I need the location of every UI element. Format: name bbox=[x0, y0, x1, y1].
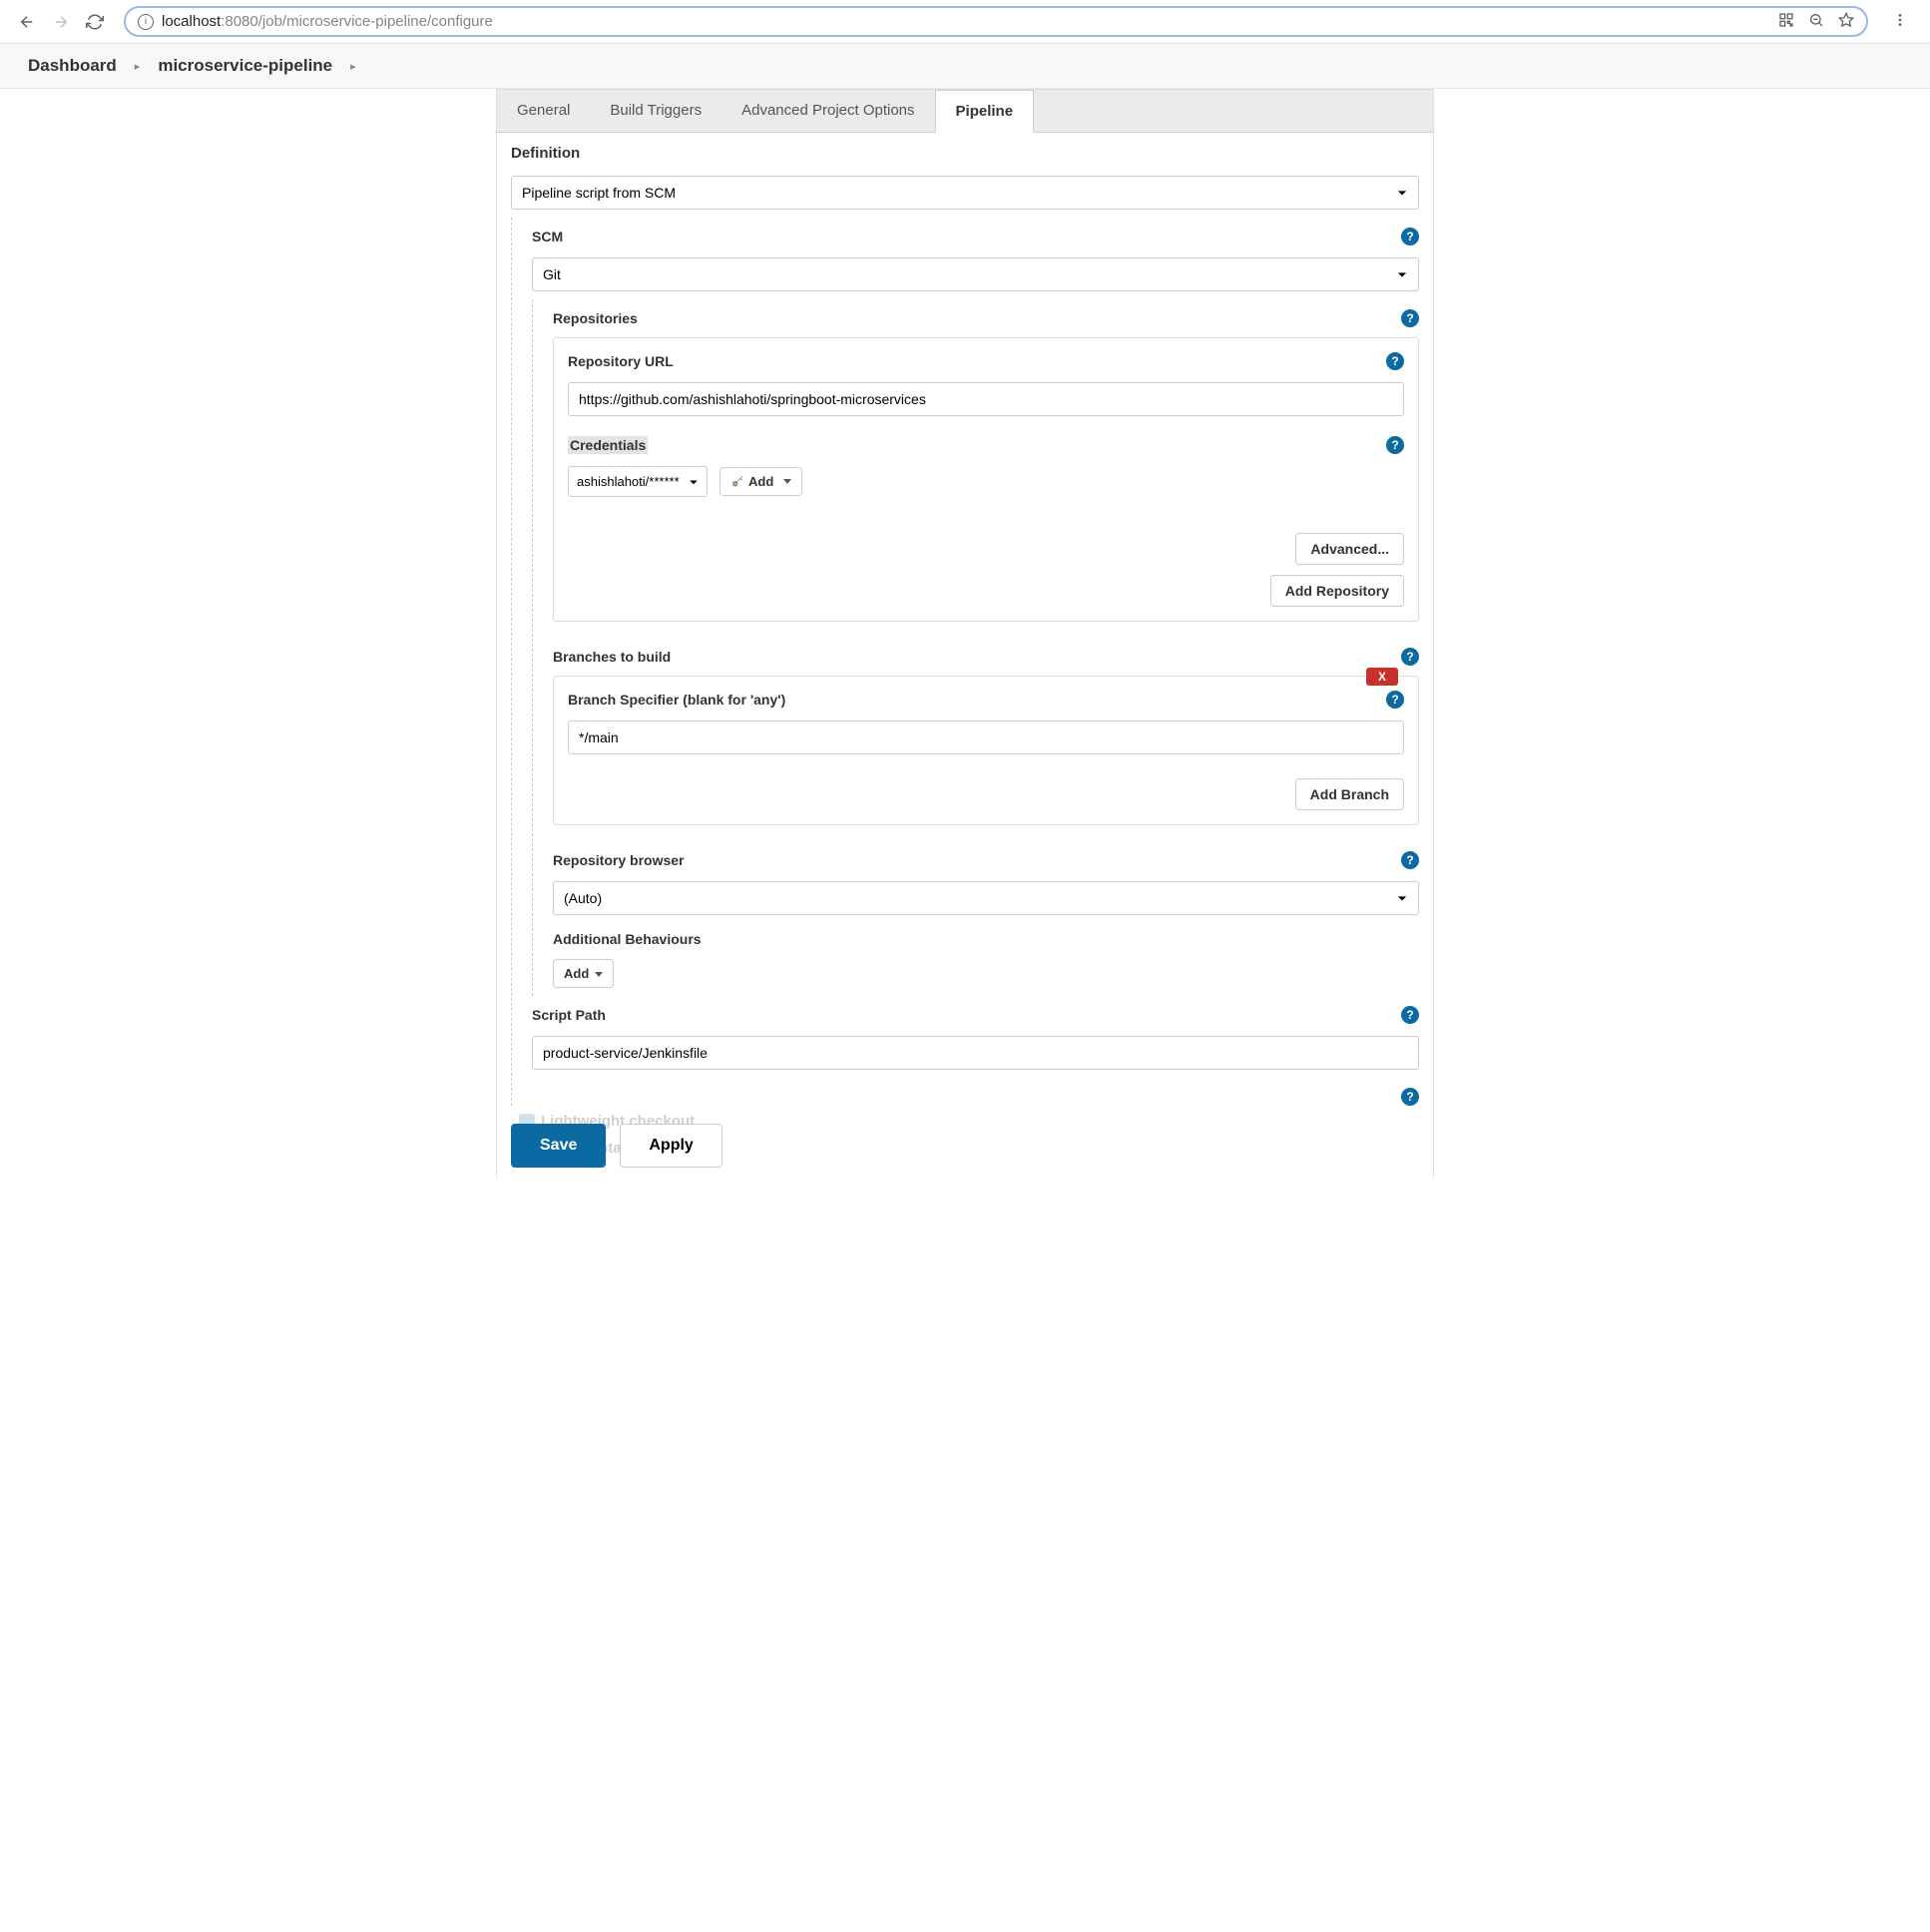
repo-url-input[interactable] bbox=[568, 382, 1404, 416]
browser-menu-icon[interactable] bbox=[1880, 12, 1920, 31]
repo-url-label: Repository URL bbox=[568, 353, 674, 369]
script-path-input[interactable] bbox=[532, 1036, 1419, 1070]
repository-box: Repository URL ? Credentials ? ashishlah… bbox=[553, 337, 1419, 622]
url-text: localhost:8080/job/microservice-pipeline… bbox=[162, 13, 1770, 30]
breadcrumb-job[interactable]: microservice-pipeline bbox=[158, 56, 332, 76]
branches-label: Branches to build bbox=[553, 649, 671, 665]
help-icon[interactable]: ? bbox=[1401, 1088, 1419, 1106]
help-icon[interactable]: ? bbox=[1386, 691, 1404, 709]
nav-controls bbox=[10, 13, 112, 31]
branch-box: X Branch Specifier (blank for 'any') ? A… bbox=[553, 676, 1419, 825]
add-behaviour-button[interactable]: Add bbox=[553, 959, 614, 988]
definition-label: Definition bbox=[497, 133, 1433, 168]
star-icon[interactable] bbox=[1838, 12, 1854, 31]
forward-icon bbox=[52, 13, 70, 31]
branch-specifier-input[interactable] bbox=[568, 721, 1404, 754]
repositories-label: Repositories bbox=[553, 310, 638, 326]
repo-browser-label: Repository browser bbox=[553, 852, 684, 868]
add-repository-button[interactable]: Add Repository bbox=[1270, 575, 1404, 607]
additional-behaviours-label: Additional Behaviours bbox=[539, 923, 1433, 951]
help-icon[interactable]: ? bbox=[1386, 436, 1404, 454]
branch-specifier-label: Branch Specifier (blank for 'any') bbox=[568, 692, 785, 708]
help-icon[interactable]: ? bbox=[1386, 352, 1404, 370]
browser-toolbar: i localhost:8080/job/microservice-pipeli… bbox=[0, 0, 1930, 44]
tab-build-triggers[interactable]: Build Triggers bbox=[590, 90, 722, 132]
breadcrumb-dashboard[interactable]: Dashboard bbox=[28, 56, 117, 76]
apply-button[interactable]: Apply bbox=[620, 1124, 722, 1168]
chevron-right-icon: ▸ bbox=[135, 60, 141, 73]
qr-icon[interactable] bbox=[1778, 12, 1794, 31]
scm-label: SCM bbox=[532, 229, 563, 244]
help-icon[interactable]: ? bbox=[1401, 851, 1419, 869]
site-info-icon[interactable]: i bbox=[138, 14, 154, 30]
tab-general[interactable]: General bbox=[497, 90, 590, 132]
back-icon[interactable] bbox=[18, 13, 36, 31]
chevron-right-icon: ▸ bbox=[350, 60, 356, 73]
help-icon[interactable]: ? bbox=[1401, 1006, 1419, 1024]
script-path-label: Script Path bbox=[532, 1007, 606, 1023]
add-branch-button[interactable]: Add Branch bbox=[1295, 778, 1404, 810]
delete-branch-button[interactable]: X bbox=[1366, 668, 1398, 686]
repo-browser-select[interactable]: (Auto) bbox=[553, 881, 1419, 915]
help-icon[interactable]: ? bbox=[1401, 309, 1419, 327]
advanced-button[interactable]: Advanced... bbox=[1295, 533, 1404, 565]
help-icon[interactable]: ? bbox=[1401, 228, 1419, 245]
credentials-label: Credentials bbox=[568, 436, 648, 454]
address-bar[interactable]: i localhost:8080/job/microservice-pipeli… bbox=[124, 6, 1868, 37]
config-tabs: General Build Triggers Advanced Project … bbox=[496, 89, 1434, 133]
save-button[interactable]: Save bbox=[511, 1124, 606, 1168]
help-icon[interactable]: ? bbox=[1401, 648, 1419, 666]
zoom-out-icon[interactable] bbox=[1808, 12, 1824, 31]
add-credentials-button[interactable]: Add bbox=[720, 467, 802, 496]
tab-advanced-options[interactable]: Advanced Project Options bbox=[722, 90, 934, 132]
credentials-select[interactable]: ashishlahoti/****** bbox=[568, 466, 708, 497]
breadcrumb: Dashboard ▸ microservice-pipeline ▸ bbox=[0, 44, 1930, 89]
key-icon bbox=[730, 475, 744, 489]
definition-select[interactable]: Pipeline script from SCM bbox=[511, 176, 1419, 210]
scm-select[interactable]: Git bbox=[532, 257, 1419, 291]
reload-icon[interactable] bbox=[86, 13, 104, 31]
footer-actions: Lightweight checkout Pipeline Syntax Sav… bbox=[497, 1106, 1433, 1178]
tab-pipeline[interactable]: Pipeline bbox=[935, 90, 1035, 133]
